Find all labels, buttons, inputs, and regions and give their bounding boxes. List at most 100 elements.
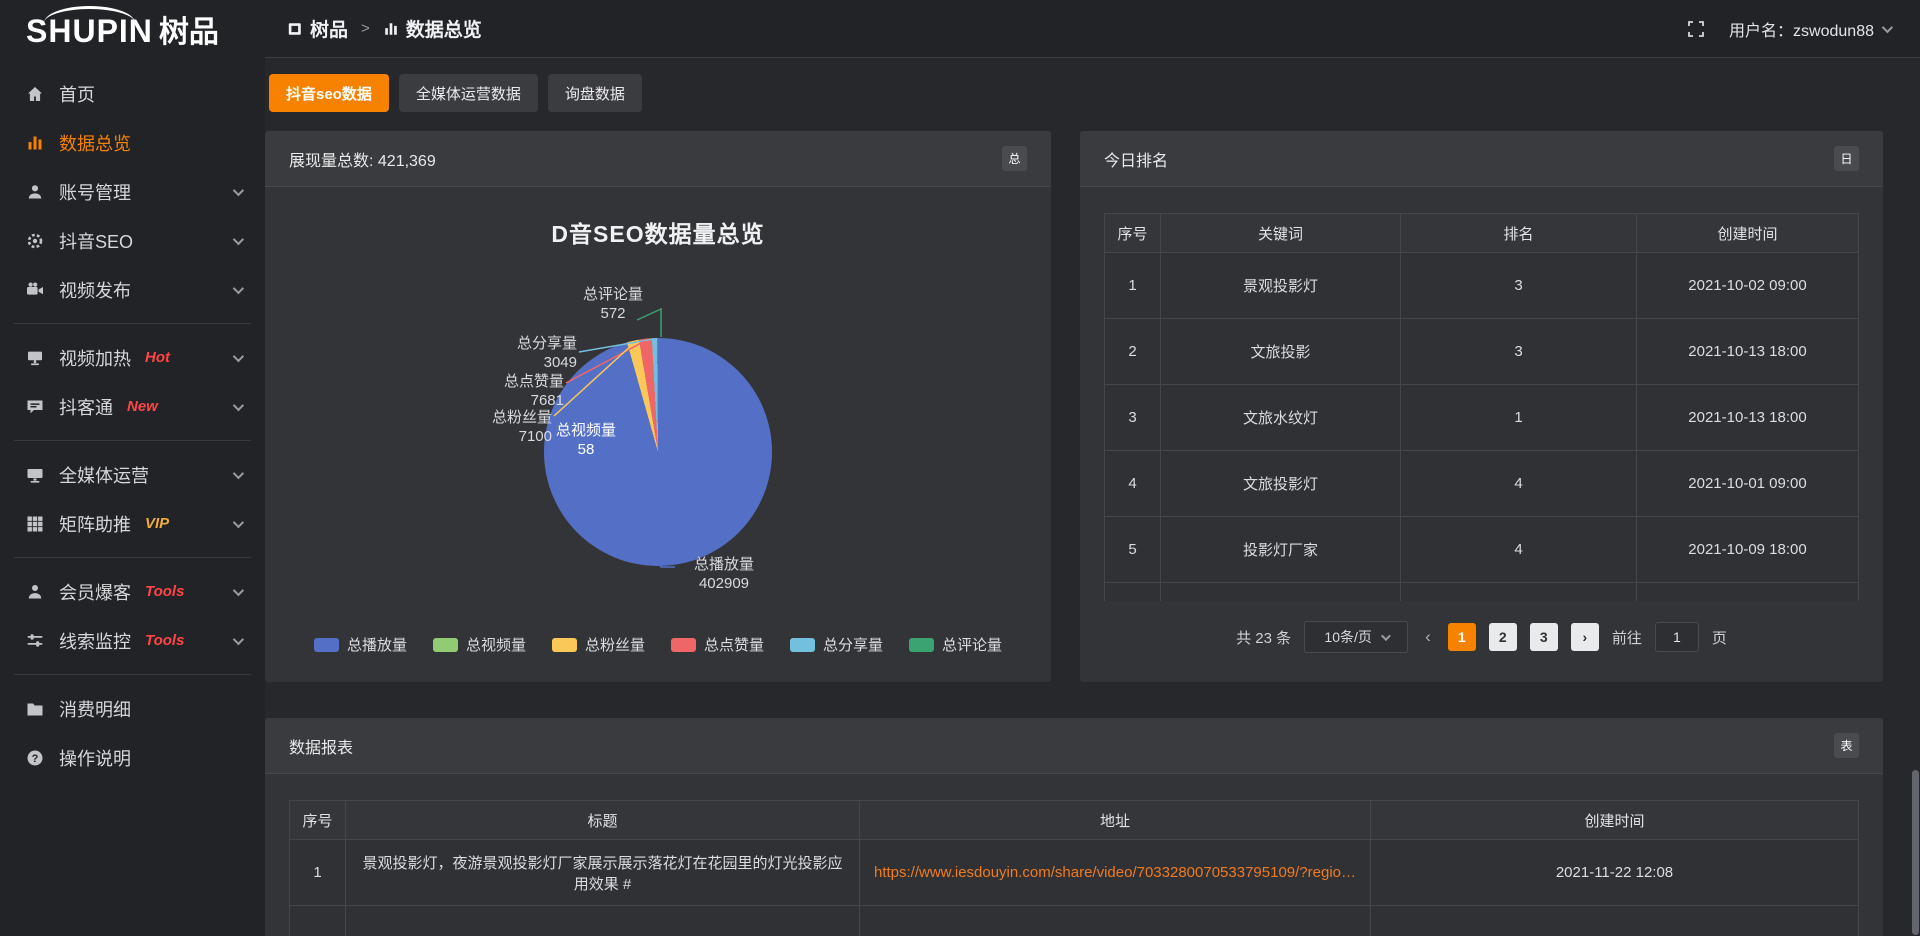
chart-legend: 总播放量 总视频量 总粉丝量 总点赞量 总分享量 总评论量 — [265, 634, 1051, 655]
legend-item-comments[interactable]: 总评论量 — [909, 634, 1002, 655]
sidebar-item-media-ops[interactable]: 全媒体运营 — [0, 450, 265, 499]
tools-badge: Tools — [145, 583, 184, 600]
page-size-select[interactable]: 10条/页 — [1304, 621, 1408, 653]
gear-icon — [26, 232, 44, 250]
sidebar-item-matrix-boost[interactable]: 矩阵助推 VIP — [0, 499, 265, 548]
breadcrumb-root[interactable]: 树品 — [287, 15, 348, 42]
tab-inquiry-data[interactable]: 询盘数据 — [548, 74, 642, 112]
sidebar-item-label: 视频加热 — [59, 345, 131, 371]
vip-badge: VIP — [145, 515, 169, 532]
breadcrumb: 树品 > 数据总览 — [287, 15, 482, 42]
legend-swatch — [909, 638, 934, 652]
sidebar-item-label: 线索监控 — [59, 628, 131, 654]
sidebar-item-label: 视频发布 — [59, 277, 131, 303]
legend-item-shares[interactable]: 总分享量 — [790, 634, 883, 655]
goto-page-input[interactable] — [1655, 622, 1699, 652]
video-title: 景观投影灯，夜游景观投影灯厂家展示展示落花灯在花园里的灯光投影应用效果 # — [346, 840, 860, 906]
today-rank-panel: 今日排名 日 序号 关键词 排名 创建时间 — [1080, 131, 1883, 682]
pie-label-comments: 总评论量572 — [565, 285, 661, 323]
rank-table-row: 4文旅投影灯42021-10-01 09:00 — [1105, 451, 1859, 517]
today-rank-panel-header: 今日排名 日 — [1080, 131, 1883, 187]
sidebar-item-help[interactable]: ? 操作说明 — [0, 733, 265, 782]
bar-chart-icon — [26, 134, 44, 152]
app-logo: SHUPIN 树品 — [0, 7, 265, 51]
sidebar-item-home[interactable]: 首页 — [0, 69, 265, 118]
chevron-down-icon — [233, 633, 244, 644]
sidebar-item-clue-monitor[interactable]: 线索监控 Tools — [0, 616, 265, 665]
rank-table-row-clipped — [1105, 583, 1859, 602]
sidebar-item-douyin-seo[interactable]: 抖音SEO — [0, 216, 265, 265]
col-created: 创建时间 — [1371, 801, 1859, 840]
sidebar-divider — [14, 440, 251, 441]
monitor-icon — [26, 466, 44, 484]
tab-douyin-seo-data[interactable]: 抖音seo数据 — [269, 74, 389, 112]
member-icon — [26, 583, 44, 601]
rank-panel-title: 今日排名 — [1104, 147, 1168, 171]
next-page-button[interactable]: › — [1571, 623, 1599, 651]
legend-swatch — [552, 638, 577, 652]
logo-text-en: SHUPIN — [26, 13, 153, 50]
page-button-3[interactable]: 3 — [1530, 623, 1558, 651]
chevron-down-icon — [233, 584, 244, 595]
tab-media-ops-data[interactable]: 全媒体运营数据 — [399, 74, 538, 112]
legend-swatch — [671, 638, 696, 652]
sidebar-item-label: 首页 — [59, 81, 95, 107]
col-index: 序号 — [290, 801, 346, 840]
impressions-total: 展现量总数: 421,369 — [289, 147, 436, 171]
screen-icon — [26, 349, 44, 367]
pie-label-fans: 总粉丝量7100 — [452, 408, 552, 446]
sidebar-item-account[interactable]: 账号管理 — [0, 167, 265, 216]
table-toggle-button[interactable]: 表 — [1834, 733, 1859, 758]
sidebar-item-video-publish[interactable]: 视频发布 — [0, 265, 265, 314]
chart-title: D音SEO数据量总览 — [265, 187, 1051, 249]
svg-text:?: ? — [32, 753, 39, 765]
legend-item-fans[interactable]: 总粉丝量 — [552, 634, 645, 655]
report-table: 序号 标题 地址 创建时间 1 景观投影灯，夜游景观投影灯厂家展示展示落花灯在花… — [289, 800, 1859, 936]
sidebar-item-data-overview[interactable]: 数据总览 — [0, 118, 265, 167]
pagination: 共 23 条 10条/页 ‹ 1 2 3 › 前往 页 — [1104, 621, 1859, 653]
legend-item-plays[interactable]: 总播放量 — [314, 634, 407, 655]
goto-suffix: 页 — [1712, 627, 1727, 648]
sidebar-item-label: 数据总览 — [59, 130, 131, 156]
scrollbar-thumb[interactable] — [1912, 770, 1919, 935]
rank-table-header-row: 序号 关键词 排名 创建时间 — [1105, 214, 1859, 253]
legend-swatch — [790, 638, 815, 652]
sidebar-item-label: 消费明细 — [59, 696, 131, 722]
sidebar-item-member[interactable]: 会员爆客 Tools — [0, 567, 265, 616]
data-report-panel: 数据报表 表 序号 标题 地址 创建时间 — [265, 718, 1883, 936]
sidebar-item-doukeitong[interactable]: 抖客通 New — [0, 382, 265, 431]
tools-badge: Tools — [145, 632, 184, 649]
report-table-header-row: 序号 标题 地址 创建时间 — [290, 801, 1859, 840]
col-rank: 排名 — [1401, 214, 1637, 253]
page-button-2[interactable]: 2 — [1489, 623, 1517, 651]
day-toggle-button[interactable]: 日 — [1834, 146, 1859, 171]
page-button-1[interactable]: 1 — [1448, 623, 1476, 651]
sidebar-item-video-heat[interactable]: 视频加热 Hot — [0, 333, 265, 382]
sliders-icon — [26, 632, 44, 650]
total-toggle-button[interactable]: 总 — [1002, 146, 1027, 171]
topbar: SHUPIN 树品 树品 > 数据总览 用户名：zswodun88 — [0, 0, 1920, 57]
chevron-down-icon — [233, 350, 244, 361]
main-content: 抖音seo数据 全媒体运营数据 询盘数据 展现量总数: 421,369 总 D音… — [265, 57, 1920, 936]
pie-label-shares: 总分享量3049 — [477, 334, 577, 372]
breadcrumb-separator: > — [361, 20, 370, 37]
breadcrumb-root-label: 树品 — [310, 15, 348, 42]
chevron-down-icon — [1381, 631, 1391, 641]
movie-camera-icon — [26, 281, 44, 299]
user-menu[interactable]: 用户名：zswodun88 — [1729, 17, 1890, 41]
video-link[interactable]: https://www.iesdouyin.com/share/video/70… — [874, 864, 1356, 881]
legend-swatch — [314, 638, 339, 652]
breadcrumb-current-label: 数据总览 — [406, 15, 482, 42]
page-scrollbar[interactable] — [1912, 57, 1919, 936]
sidebar-item-label: 操作说明 — [59, 745, 131, 771]
sidebar-item-label: 矩阵助推 — [59, 511, 131, 537]
folder-icon — [26, 700, 44, 718]
sidebar-item-consume-detail[interactable]: 消费明细 — [0, 684, 265, 733]
logo-text-cn: 树品 — [159, 7, 219, 51]
prev-page-button[interactable]: ‹ — [1421, 627, 1435, 647]
fullscreen-icon[interactable] — [1687, 20, 1705, 38]
legend-item-likes[interactable]: 总点赞量 — [671, 634, 764, 655]
breadcrumb-current[interactable]: 数据总览 — [383, 15, 482, 42]
legend-item-videos[interactable]: 总视频量 — [433, 634, 526, 655]
sidebar-item-label: 抖客通 — [59, 394, 113, 420]
